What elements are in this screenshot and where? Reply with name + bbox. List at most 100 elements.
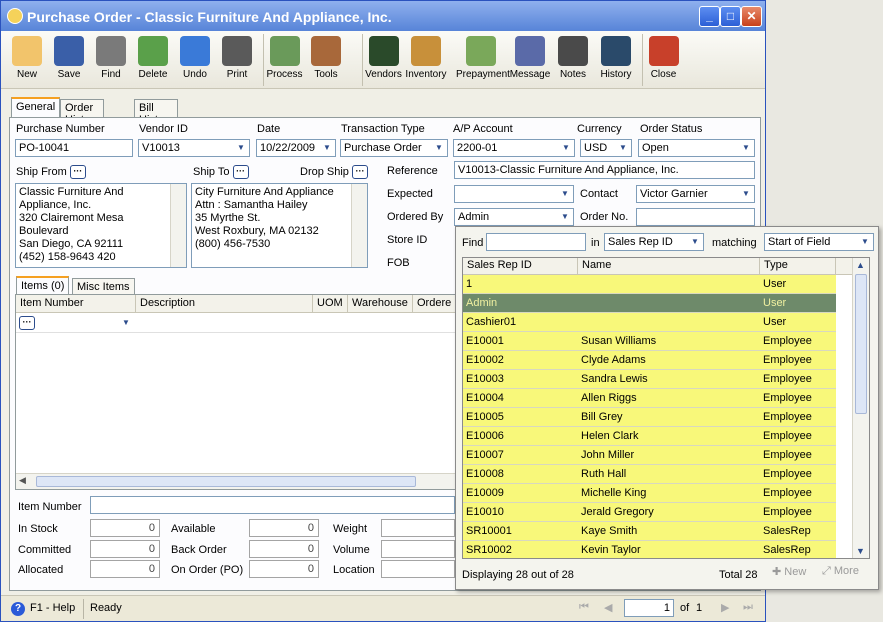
tab-bill-history[interactable]: Bill History: [134, 99, 179, 126]
toolbar-vendors-button[interactable]: Vendors: [362, 34, 404, 86]
column-header-sales-rep-id[interactable]: Sales Rep ID: [463, 258, 578, 275]
chevron-down-icon[interactable]: ▼: [234, 141, 248, 155]
toolbar-message-button[interactable]: Message: [509, 34, 551, 86]
table-row[interactable]: Admin User: [463, 294, 836, 313]
table-row[interactable]: SR10001 Kaye Smith SalesRep: [463, 522, 836, 541]
order-no-field[interactable]: [636, 208, 755, 226]
order-status-field[interactable]: Open ▼: [638, 139, 755, 157]
column-header-uom[interactable]: UOM: [313, 295, 348, 313]
table-row[interactable]: E10006 Helen Clark Employee: [463, 427, 836, 446]
chevron-down-icon[interactable]: ▼: [558, 187, 572, 201]
ship-from-scrollbar[interactable]: [170, 184, 186, 267]
tab-general[interactable]: General: [11, 97, 61, 118]
toolbar-notes-button[interactable]: Notes: [552, 34, 594, 86]
chevron-down-icon[interactable]: ▼: [119, 316, 133, 330]
scroll-down-icon[interactable]: ▼: [856, 546, 865, 556]
maximize-button[interactable]: □: [720, 6, 741, 27]
ship-from-lookup-button[interactable]: ···: [69, 165, 86, 179]
table-row[interactable]: E10007 John Miller Employee: [463, 446, 836, 465]
more-button[interactable]: ⤢ More: [822, 565, 859, 578]
chevron-down-icon[interactable]: ▼: [558, 210, 572, 224]
column-header-item-number[interactable]: Item Number: [16, 295, 136, 313]
ship-from-address[interactable]: Classic Furniture And Appliance, Inc. 320 …: [15, 183, 187, 268]
table-row[interactable]: ··· ▼: [16, 313, 458, 333]
table-row[interactable]: E10009 Michelle King Employee: [463, 484, 836, 503]
purchase-number-field[interactable]: PO-10041: [15, 139, 133, 157]
toolbar-delete-button[interactable]: Delete: [132, 34, 174, 86]
toolbar-print-button[interactable]: Print: [216, 34, 258, 86]
toolbar-new-button[interactable]: New: [6, 34, 48, 86]
column-header-ordered[interactable]: Ordere: [413, 295, 458, 313]
column-header-type[interactable]: Type: [760, 258, 836, 275]
prev-page-icon[interactable]: ◀: [604, 601, 612, 614]
drop-ship-lookup-button[interactable]: ···: [351, 165, 368, 179]
scroll-up-icon[interactable]: ▲: [856, 260, 865, 270]
date-field[interactable]: 10/22/2009 ▼: [256, 139, 336, 157]
chevron-down-icon[interactable]: ▼: [432, 141, 446, 155]
page-number-input[interactable]: 1: [624, 599, 674, 617]
table-row[interactable]: E10010 Jerald Gregory Employee: [463, 503, 836, 522]
scroll-left-icon[interactable]: ◀: [19, 475, 26, 486]
chevron-down-icon[interactable]: ▼: [858, 235, 872, 249]
contact-field[interactable]: Victor Garnier ▼: [636, 185, 755, 203]
table-row[interactable]: E10005 Bill Grey Employee: [463, 408, 836, 427]
toolbar-find-button[interactable]: Find: [90, 34, 132, 86]
toolbar-history-button[interactable]: History: [595, 34, 637, 86]
next-page-icon[interactable]: ▶: [721, 601, 729, 614]
chevron-down-icon[interactable]: ▼: [739, 141, 753, 155]
chevron-down-icon[interactable]: ▼: [739, 187, 753, 201]
find-input[interactable]: [486, 233, 586, 251]
table-row[interactable]: E10003 Sandra Lewis Employee: [463, 370, 836, 389]
item-number-info-field[interactable]: [90, 496, 455, 514]
toolbar-prepayment-button[interactable]: Prepayment: [456, 34, 510, 86]
table-row[interactable]: E10002 Clyde Adams Employee: [463, 351, 836, 370]
toolbar-process-button[interactable]: Process: [263, 34, 305, 86]
tab-order-history[interactable]: Order History: [60, 99, 105, 126]
chevron-down-icon[interactable]: ▼: [559, 141, 573, 155]
search-field-select[interactable]: Sales Rep ID ▼: [604, 233, 704, 251]
toolbar-undo-button[interactable]: Undo: [174, 34, 216, 86]
column-header-description[interactable]: Description: [136, 295, 313, 313]
lookup-vertical-scrollbar[interactable]: ▲ ▼: [852, 258, 869, 558]
matching-select[interactable]: Start of Field ▼: [764, 233, 874, 251]
table-row[interactable]: Cashier01 User: [463, 313, 836, 332]
table-row[interactable]: E10004 Allen Riggs Employee: [463, 389, 836, 408]
last-page-icon[interactable]: ⏭: [743, 601, 753, 614]
ap-account-field[interactable]: 2200-01 ▼: [453, 139, 575, 157]
item-lookup-button[interactable]: ···: [19, 316, 35, 330]
reference-field[interactable]: V10013-Classic Furniture And Appliance, …: [454, 161, 755, 179]
toolbar-tools-button[interactable]: Tools: [305, 34, 347, 86]
chevron-down-icon[interactable]: ▼: [616, 141, 630, 155]
tab-misc-items[interactable]: Misc Items: [72, 278, 135, 294]
minimize-button[interactable]: _: [699, 6, 720, 27]
column-header-name[interactable]: Name: [578, 258, 760, 275]
chevron-down-icon[interactable]: ▼: [320, 141, 334, 155]
help-icon[interactable]: ?: [11, 602, 25, 616]
help-label[interactable]: F1 - Help: [30, 602, 75, 614]
table-row[interactable]: E10008 Ruth Hall Employee: [463, 465, 836, 484]
ordered-by-field[interactable]: Admin ▼: [454, 208, 574, 226]
expected-field[interactable]: ▼: [454, 185, 574, 203]
scroll-thumb[interactable]: [36, 476, 416, 487]
first-page-icon[interactable]: ⏮: [579, 601, 589, 614]
new-button[interactable]: ✚ New: [772, 565, 806, 578]
title-bar[interactable]: Purchase Order - Classic Furniture And A…: [1, 1, 765, 31]
table-row[interactable]: SR10002 Kevin Taylor SalesRep: [463, 541, 836, 558]
toolbar-close-button[interactable]: Close: [642, 34, 684, 86]
column-header-warehouse[interactable]: Warehouse: [348, 295, 413, 313]
tab-items[interactable]: Items (0): [16, 276, 70, 294]
table-row[interactable]: E10001 Susan Williams Employee: [463, 332, 836, 351]
close-window-button[interactable]: ✕: [741, 6, 762, 27]
ship-to-address[interactable]: City Furniture And Appliance Attn : Saman…: [191, 183, 368, 268]
vendor-id-field[interactable]: V10013 ▼: [138, 139, 250, 157]
ship-to-lookup-button[interactable]: ···: [232, 165, 249, 179]
items-horizontal-scrollbar[interactable]: ◀: [16, 473, 458, 489]
table-row[interactable]: 1 User: [463, 275, 836, 294]
transaction-type-field[interactable]: Purchase Order ▼: [340, 139, 448, 157]
toolbar-save-button[interactable]: Save: [48, 34, 90, 86]
ship-to-scrollbar[interactable]: [351, 184, 367, 267]
scroll-thumb[interactable]: [855, 274, 867, 414]
toolbar-inventory-button[interactable]: Inventory: [405, 34, 447, 86]
chevron-down-icon[interactable]: ▼: [688, 235, 702, 249]
currency-field[interactable]: USD ▼: [580, 139, 632, 157]
